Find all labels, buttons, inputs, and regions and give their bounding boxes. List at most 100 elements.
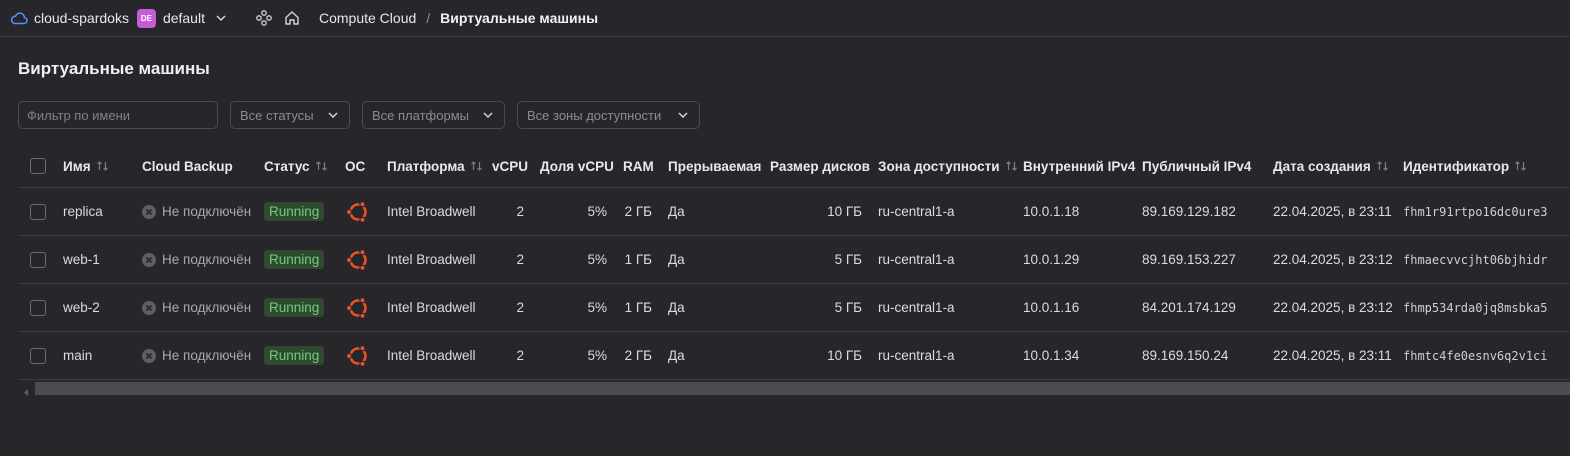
ram-value: 2 ГБ [624, 348, 652, 363]
sort-icon [96, 160, 109, 172]
select-all-checkbox[interactable] [30, 158, 46, 174]
vcpu-value: 2 [516, 300, 524, 315]
os-cell [345, 284, 371, 331]
status-badge: Running [264, 298, 325, 317]
folder-name[interactable]: default [163, 10, 205, 26]
horizontal-scrollbar[interactable] [18, 382, 1570, 396]
scroll-left-icon[interactable] [22, 384, 30, 396]
zone-value: ru-central1-a [878, 348, 955, 363]
platform-value: Intel Broadwell [387, 252, 476, 267]
col-internal-ip-header: Внутренний IPv4 [1023, 145, 1135, 187]
col-preemptible-header: Прерываемая [668, 145, 761, 187]
cloud-icon [10, 11, 28, 25]
platform-value: Intel Broadwell [387, 204, 476, 219]
preemptible-value: Да [668, 348, 685, 363]
col-ram-header: RAM [623, 145, 654, 187]
col-backup-label: Cloud Backup [142, 158, 233, 174]
vcpu-value: 2 [516, 252, 524, 267]
row-checkbox-cell [30, 236, 46, 283]
preemptible-value: Да [668, 252, 685, 267]
row-checkbox[interactable] [30, 347, 46, 364]
chevron-down-icon[interactable] [215, 12, 227, 24]
status-cell: Running [264, 284, 325, 331]
table-row[interactable]: web-1 Не подключён Running Intel Broadwe… [18, 236, 1570, 284]
col-os-header: ОС [345, 145, 365, 187]
public-ip-value: 84.201.174.129 [1142, 300, 1236, 315]
ubuntu-icon [345, 295, 371, 321]
col-zone-label: Зона доступности [878, 158, 1000, 174]
table-row[interactable]: replica Не подключён Running Intel Broad… [18, 188, 1570, 236]
col-os-label: ОС [345, 158, 366, 174]
row-checkbox[interactable] [30, 251, 46, 268]
col-public-ip-header: Публичный IPv4 [1142, 145, 1251, 187]
col-id-label: Идентификатор [1403, 158, 1510, 174]
public-ip-value: 89.169.129.182 [1142, 204, 1236, 219]
col-disk-size-header: Размер дисков [770, 145, 870, 187]
home-icon[interactable] [283, 9, 301, 27]
services-icon[interactable] [255, 9, 273, 27]
disk-size-value: 10 ГБ [827, 204, 862, 219]
platform-select-label: Все платформы [372, 107, 469, 123]
status-badge: Running [264, 250, 325, 269]
preemptible-value: Да [668, 204, 685, 219]
row-checkbox-cell [30, 188, 46, 235]
status-cell: Running [264, 236, 325, 283]
sort-icon [1005, 160, 1018, 172]
breadcrumb-current: Виртуальные машины [440, 10, 599, 26]
vcpu-value: 2 [516, 204, 524, 219]
public-ip-value: 89.169.153.227 [1142, 252, 1236, 267]
filters-bar: Все статусы Все платформы Все зоны досту… [18, 101, 700, 129]
vm-name[interactable]: web-2 [63, 284, 100, 331]
backup-status-label: Не подключён [162, 204, 252, 219]
col-platform-header[interactable]: Платформа [387, 145, 483, 187]
col-public-ip-label: Публичный IPv4 [1142, 158, 1252, 174]
scrollbar-thumb[interactable] [35, 382, 1570, 395]
status-select[interactable]: Все статусы [230, 101, 350, 129]
zone-select[interactable]: Все зоны доступности [517, 101, 700, 129]
col-vcpu-share-label: Доля vCPU [540, 158, 614, 174]
ubuntu-icon [345, 247, 371, 273]
cloud-name[interactable]: cloud-spardoks [34, 10, 129, 26]
table-header-row: Имя Cloud Backup Статус ОС Платформа vCP… [18, 145, 1570, 188]
table-row[interactable]: web-2 Не подключён Running Intel Broadwe… [18, 284, 1570, 332]
row-checkbox-cell [30, 284, 46, 331]
ram-value: 1 ГБ [624, 300, 652, 315]
vm-name[interactable]: main [63, 332, 92, 379]
col-zone-header[interactable]: Зона доступности [878, 145, 1018, 187]
col-status-header[interactable]: Статус [264, 145, 328, 187]
vcpu-share-value: 5% [587, 252, 607, 267]
col-status-label: Статус [264, 158, 310, 174]
disk-size-value: 10 ГБ [827, 348, 862, 363]
status-select-label: Все статусы [240, 107, 314, 123]
col-vcpu-header: vCPU [492, 145, 528, 187]
breadcrumb-compute-cloud[interactable]: Compute Cloud [319, 10, 416, 26]
vcpu-share-value: 5% [587, 204, 607, 219]
platform-value: Intel Broadwell [387, 348, 476, 363]
row-checkbox[interactable] [30, 203, 46, 220]
col-name-header[interactable]: Имя [63, 145, 109, 187]
backup-status: Не подключён [142, 236, 251, 283]
ram-value: 2 ГБ [624, 204, 652, 219]
backup-status: Не подключён [142, 284, 251, 331]
platform-select[interactable]: Все платформы [362, 101, 505, 129]
chevron-down-icon [482, 109, 494, 121]
backup-status-label: Не подключён [162, 300, 252, 315]
row-checkbox[interactable] [30, 299, 46, 316]
sort-icon [315, 160, 328, 172]
vcpu-value: 2 [516, 348, 524, 363]
vm-name[interactable]: replica [63, 188, 103, 235]
col-disk-size-label: Размер дисков [770, 158, 870, 174]
table-row[interactable]: main Не подключён Running Intel Broadwel… [18, 332, 1570, 380]
top-bar: cloud-spardoks DE default Compute Cloud … [0, 0, 1570, 37]
vm-id-value: fhmtc4fe0esnv6q2v1ci [1403, 348, 1548, 363]
col-created-header[interactable]: Дата создания [1273, 145, 1389, 187]
sort-icon [470, 160, 483, 172]
name-filter-input[interactable] [18, 101, 218, 129]
vm-id-value: fhm1r91rtpo16dc0ure3 [1403, 204, 1548, 219]
vm-name[interactable]: web-1 [63, 236, 100, 283]
internal-ip-value: 10.0.1.18 [1023, 204, 1080, 219]
zone-select-label: Все зоны доступности [527, 107, 662, 123]
breadcrumb-separator: / [426, 10, 431, 26]
page-title: Виртуальные машины [18, 59, 210, 78]
col-id-header[interactable]: Идентификатор [1403, 145, 1527, 187]
